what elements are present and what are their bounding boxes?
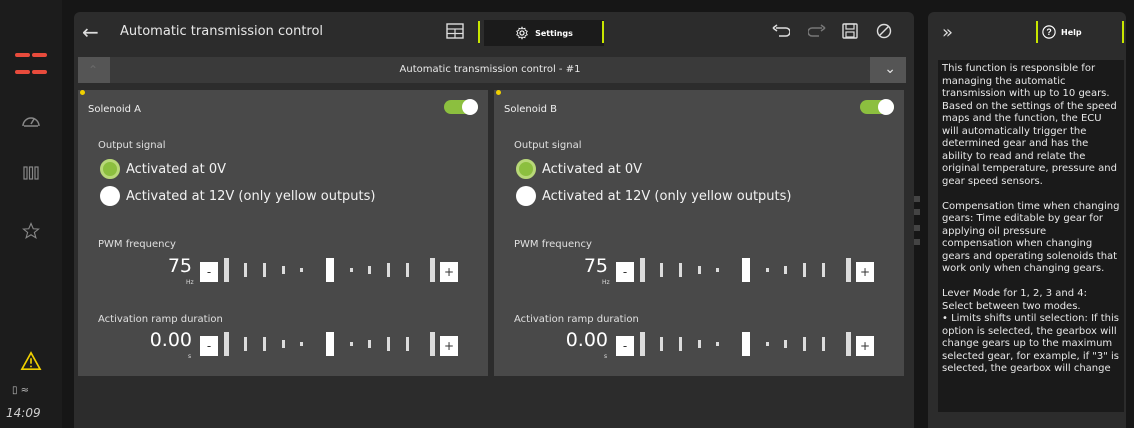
- solenoid-card-b: Solenoid B Output signal Activated at 0V…: [494, 90, 904, 376]
- instance-dropdown[interactable]: ⌃ Automatic transmission control - #1 ⌄: [78, 57, 906, 83]
- cancel-icon[interactable]: [876, 23, 896, 41]
- pwm-value: 75: [167, 255, 192, 277]
- radio-selected-icon: [100, 159, 120, 179]
- radio-unselected-icon: [516, 186, 536, 206]
- ramp-unit: s: [188, 353, 192, 360]
- help-button[interactable]: ? Help: [1042, 25, 1082, 39]
- separator: [1036, 21, 1038, 43]
- radio-label: Activated at 0V: [126, 161, 227, 177]
- pwm-frequency-label: PWM frequency: [98, 239, 176, 250]
- left-sidebar: ▯ ≈ 14:09: [0, 0, 62, 428]
- radio-unselected-icon: [100, 186, 120, 206]
- help-panel: » ? Help This function is responsible fo…: [928, 12, 1126, 428]
- radio-selected-icon: [516, 159, 536, 179]
- help-label: Help: [1061, 27, 1082, 37]
- pager-dot[interactable]: [914, 209, 920, 215]
- undo-icon[interactable]: [772, 23, 792, 41]
- help-header: » ? Help: [928, 12, 1126, 52]
- separator: [478, 21, 480, 43]
- ramp-value: 0.00: [565, 329, 608, 351]
- tab-settings[interactable]: Settings: [484, 20, 604, 46]
- gear-icon: [516, 26, 529, 40]
- activation-ramp-label: Activation ramp duration: [514, 314, 639, 325]
- collapse-panel-icon[interactable]: »: [942, 22, 953, 43]
- pwm-unit: Hz: [602, 279, 610, 286]
- status-dot: [496, 90, 501, 95]
- pwm-increase-button[interactable]: +: [440, 262, 458, 282]
- pager-dot[interactable]: [914, 196, 920, 202]
- pwm-frequency-label: PWM frequency: [514, 239, 592, 250]
- card-title: Solenoid B: [504, 104, 558, 115]
- warning-icon[interactable]: [16, 346, 46, 376]
- pager-dot[interactable]: [914, 239, 920, 245]
- radio-activated-12v[interactable]: Activated at 12V (only yellow outputs): [516, 186, 791, 206]
- status-icons: ▯ ≈: [12, 385, 30, 396]
- pwm-value: 75: [583, 255, 608, 277]
- radio-label: Activated at 12V (only yellow outputs): [126, 188, 376, 204]
- radio-activated-0v[interactable]: Activated at 0V: [516, 159, 642, 179]
- top-bar: ← Automatic transmission control Setting…: [74, 12, 914, 52]
- chevron-up-icon[interactable]: ⌃: [88, 63, 98, 77]
- separator: [1122, 21, 1124, 43]
- chevron-down-icon[interactable]: ⌄: [884, 61, 896, 77]
- ramp-increase-button[interactable]: +: [856, 336, 874, 356]
- question-icon: ?: [1042, 25, 1056, 39]
- ramp-decrease-button[interactable]: -: [200, 336, 218, 356]
- pwm-increase-button[interactable]: +: [856, 262, 874, 282]
- svg-text:?: ?: [1046, 27, 1051, 37]
- redo-icon[interactable]: [807, 23, 828, 41]
- back-arrow-icon[interactable]: ←: [82, 22, 104, 42]
- columns-icon[interactable]: [16, 158, 46, 188]
- ramp-value: 0.00: [149, 329, 192, 351]
- pwm-decrease-button[interactable]: -: [616, 262, 634, 282]
- pwm-decrease-button[interactable]: -: [200, 262, 218, 282]
- radio-activated-0v[interactable]: Activated at 0V: [100, 159, 226, 179]
- pager-dot[interactable]: [914, 225, 920, 231]
- enable-toggle[interactable]: [444, 99, 478, 115]
- radio-label: Activated at 12V (only yellow outputs): [542, 188, 792, 204]
- table-view-icon[interactable]: [446, 23, 466, 41]
- apps-grid-icon[interactable]: [15, 47, 47, 79]
- page-title: Automatic transmission control: [120, 24, 324, 39]
- save-icon[interactable]: [842, 23, 862, 41]
- ramp-increase-button[interactable]: +: [440, 336, 458, 356]
- output-signal-label: Output signal: [514, 140, 582, 151]
- ramp-decrease-button[interactable]: -: [616, 336, 634, 356]
- help-text: This function is responsible for managin…: [938, 60, 1124, 412]
- separator: [602, 21, 604, 43]
- status-dot: [80, 90, 85, 95]
- main-panel: ← Automatic transmission control Setting…: [74, 12, 914, 428]
- output-signal-label: Output signal: [98, 140, 166, 151]
- gauge-icon[interactable]: [16, 106, 46, 136]
- radio-label: Activated at 0V: [542, 161, 643, 177]
- tab-settings-label: Settings: [535, 28, 573, 38]
- activation-ramp-label: Activation ramp duration: [98, 314, 223, 325]
- solenoid-card-a: Solenoid A Output signal Activated at 0V…: [78, 90, 488, 376]
- star-icon[interactable]: [16, 216, 46, 246]
- ramp-unit: s: [604, 353, 608, 360]
- pwm-unit: Hz: [186, 279, 194, 286]
- radio-activated-12v[interactable]: Activated at 12V (only yellow outputs): [100, 186, 375, 206]
- clock: 14:09: [6, 406, 41, 420]
- enable-toggle[interactable]: [860, 99, 894, 115]
- dropdown-selected-value: Automatic transmission control - #1: [110, 57, 870, 83]
- card-title: Solenoid A: [88, 104, 141, 115]
